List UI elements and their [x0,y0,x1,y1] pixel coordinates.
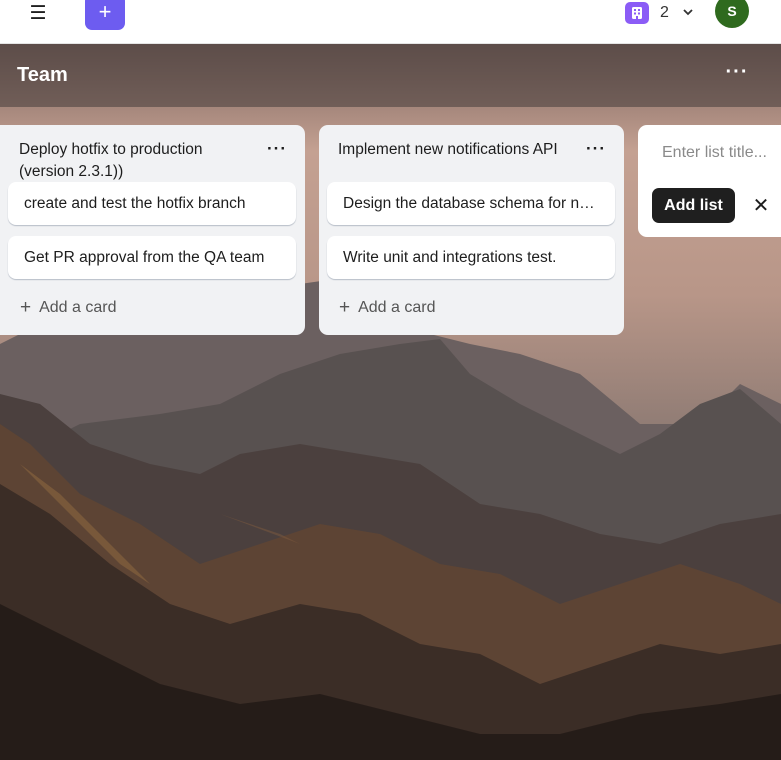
add-card-label: Add a card [358,299,436,316]
list-title-input[interactable] [650,135,781,171]
building-icon [632,7,642,19]
list: Implement new notifications API ··· Desi… [319,125,624,335]
list: Deploy hotfix to production (version 2.3… [0,125,305,335]
avatar-initial: S [727,3,737,19]
more-icon: ··· [267,139,287,158]
list-menu-button[interactable]: ··· [267,139,287,159]
list-title[interactable]: Implement new notifications API [338,139,568,161]
close-icon[interactable]: ✕ [750,195,772,217]
menu-button[interactable]: ☰ [22,0,54,26]
create-button[interactable]: + [85,0,125,30]
board-menu-button[interactable]: ··· [722,60,752,90]
plus-icon: + [20,297,32,318]
card[interactable]: create and test the hotfix branch [8,182,296,225]
workspace-switcher-button[interactable] [625,2,649,24]
more-icon: ··· [725,61,749,83]
more-icon: ··· [586,139,606,158]
plus-icon: + [98,0,112,24]
user-avatar[interactable]: S [715,0,749,28]
board-header: Team ··· [0,44,781,107]
add-list-button[interactable]: Add list [652,188,735,223]
hamburger-icon: ☰ [29,2,47,24]
board-title[interactable]: Team [17,64,68,87]
card[interactable]: Design the database schema for notificat… [327,182,615,225]
plus-icon: + [339,297,351,318]
list-title[interactable]: Deploy hotfix to production (version 2.3… [19,139,249,183]
workspace-count[interactable]: 2 [660,4,669,22]
list-menu-button[interactable]: ··· [586,139,606,159]
add-card-button[interactable]: + Add a card [20,297,117,319]
card[interactable]: Get PR approval from the QA team [8,236,296,279]
top-navigation-bar: ☰ + 2 S [0,0,781,44]
card[interactable]: Write unit and integrations test. [327,236,615,279]
add-list-composer: Add list ✕ [638,125,781,237]
add-card-label: Add a card [39,299,117,316]
chevron-down-icon[interactable] [681,5,695,19]
add-card-button[interactable]: + Add a card [339,297,436,319]
